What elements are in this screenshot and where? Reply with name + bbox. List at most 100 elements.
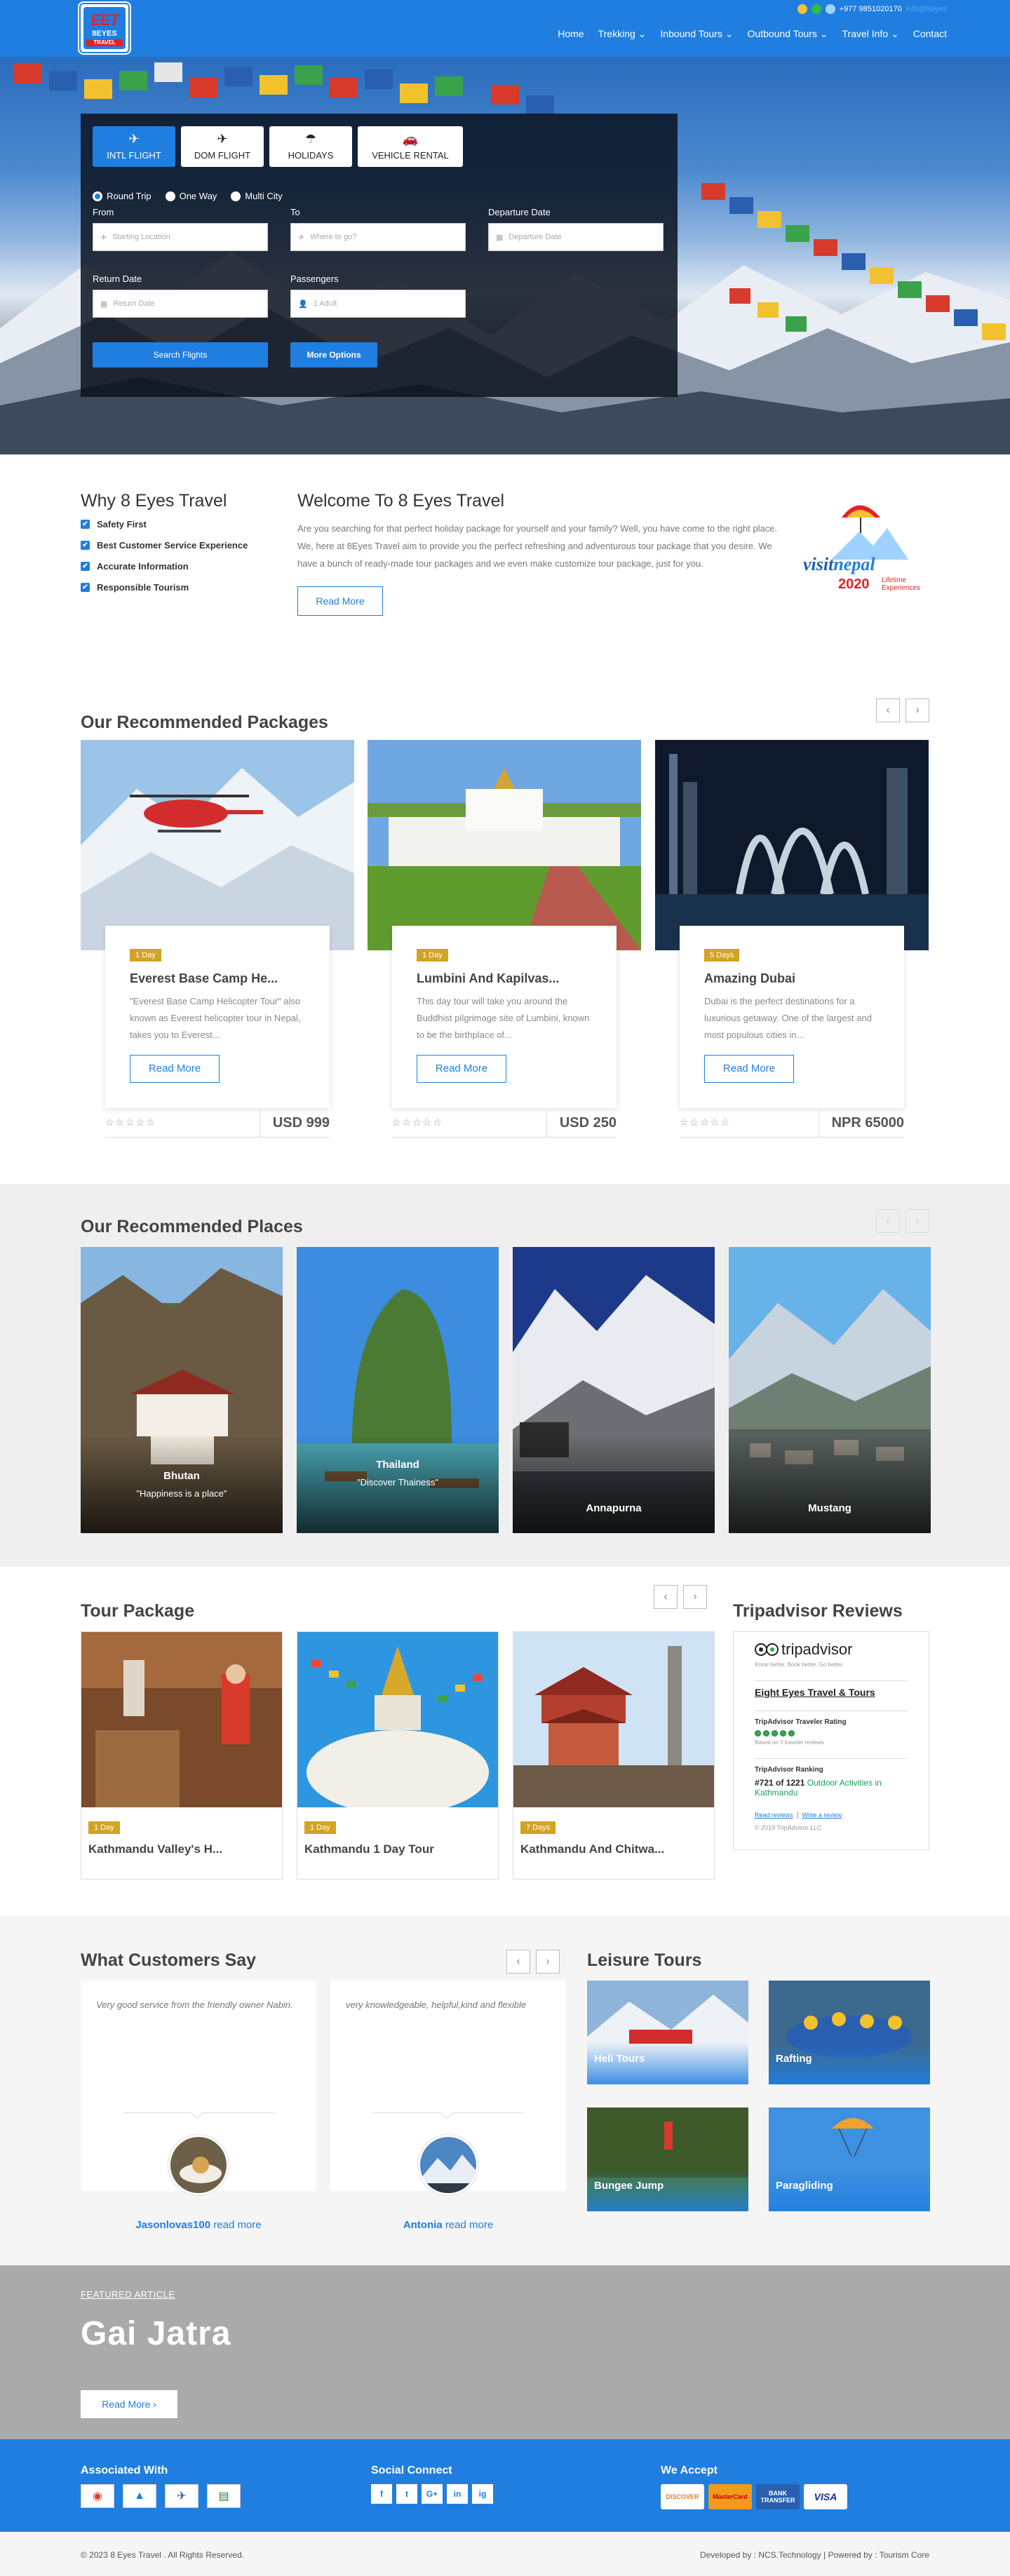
radio-multi-city[interactable]: Multi City	[231, 191, 283, 201]
package-image[interactable]	[655, 740, 929, 950]
star-rating-icon: ☆☆☆☆☆	[680, 1117, 731, 1128]
nata-logo-icon[interactable]: ✈	[165, 2484, 198, 2508]
to-input[interactable]: ✈ Where to go?	[290, 223, 466, 251]
place-card[interactable]: Thailand "Discover Thainess"	[297, 1247, 499, 1533]
featured-label[interactable]: FEATURED ARTICLE	[81, 2289, 175, 2300]
nav-trekking[interactable]: Trekking ⌄	[598, 28, 647, 40]
site-logo[interactable]: EET 8EYES TRAVEL	[79, 3, 130, 53]
prev-arrow-button[interactable]: ‹	[876, 1209, 900, 1233]
prev-arrow-button[interactable]: ‹	[654, 1585, 678, 1609]
leisure-tile[interactable]: Bungee Jump	[587, 2108, 748, 2211]
tour-title[interactable]: Kathmandu And Chitwa...	[520, 1842, 664, 1856]
tab-dom-flight[interactable]: ✈ DOM FLIGHT	[181, 126, 264, 167]
associated-with-column: Associated With ◉ ▲ ✈ ▤	[81, 2464, 241, 2508]
phone-number[interactable]: +977 9851020170	[840, 5, 902, 13]
package-card[interactable]: 1 Day Lumbini And Kapilvas... This day t…	[368, 740, 641, 1147]
author-name[interactable]: Jasonlovas100	[135, 2219, 210, 2231]
why-item: ✔ Safety First	[81, 519, 248, 530]
next-arrow-button[interactable]: ›	[905, 1209, 929, 1233]
govt-logo-icon[interactable]: ▤	[207, 2484, 241, 2508]
instagram-icon[interactable]: ig	[472, 2484, 493, 2504]
taan-logo-icon[interactable]: ▲	[123, 2484, 156, 2508]
tripadvisor-business-link[interactable]: Eight Eyes Travel & Tours	[755, 1680, 908, 1698]
tab-intl-flight[interactable]: ✈ INTL FLIGHT	[93, 126, 175, 167]
tour-title[interactable]: Kathmandu 1 Day Tour	[304, 1842, 434, 1856]
featured-read-more-button[interactable]: Read More ›	[81, 2390, 177, 2418]
next-arrow-button[interactable]: ›	[536, 1950, 560, 1974]
tour-card[interactable]: 7 Days Kathmandu And Chitwa...	[513, 1631, 715, 1880]
tour-image[interactable]	[513, 1632, 714, 1807]
place-card[interactable]: Mustang	[729, 1247, 931, 1533]
author-name[interactable]: Antonia	[403, 2219, 443, 2231]
leisure-tile[interactable]: Heli Tours	[587, 1981, 748, 2084]
package-title[interactable]: Amazing Dubai	[704, 971, 880, 986]
package-read-more-button[interactable]: Read More	[130, 1055, 220, 1083]
tour-card[interactable]: 1 Day Kathmandu 1 Day Tour	[297, 1631, 499, 1880]
ranking-label: TripAdvisor Ranking	[755, 1758, 908, 1774]
package-card[interactable]: 1 Day Everest Base Camp He... "Everest B…	[81, 740, 354, 1147]
place-card[interactable]: Bhutan "Happiness is a place"	[81, 1247, 283, 1533]
why-item: ✔ Responsible Tourism	[81, 582, 248, 593]
why-section: Why 8 Eyes Travel ✔ Safety First ✔ Best Cu…	[0, 454, 1010, 672]
tab-vehicle-rental[interactable]: 🚗 VEHICLE RENTAL	[358, 126, 463, 167]
leisure-tile[interactable]: Rafting	[769, 1981, 930, 2084]
write-review-link[interactable]: Write a review	[797, 1812, 842, 1819]
return-field-group: Return Date ▦ Return Date	[93, 274, 268, 318]
nav-inbound-tours[interactable]: Inbound Tours ⌄	[660, 28, 733, 40]
welcome-read-more-button[interactable]: Read More	[297, 586, 383, 616]
viber-icon[interactable]	[797, 4, 807, 14]
radio-one-way[interactable]: One Way	[165, 191, 217, 201]
tab-holidays[interactable]: ☂ HOLIDAYS	[269, 126, 352, 167]
nav-contact[interactable]: Contact	[913, 28, 947, 40]
radio-round-trip[interactable]: Round Trip	[93, 191, 152, 201]
social-title: Social Connect	[371, 2464, 452, 2476]
search-flights-button[interactable]: Search Flights	[93, 342, 268, 367]
prev-arrow-button[interactable]: ‹	[506, 1950, 530, 1974]
tour-image[interactable]	[297, 1632, 498, 1807]
passengers-input[interactable]: 👤 1 Adult	[290, 290, 466, 318]
package-card-body: 5 Days Amazing Dubai Dubai is the perfec…	[680, 926, 904, 1108]
next-arrow-button[interactable]: ›	[905, 699, 929, 722]
facebook-icon[interactable]: f	[371, 2484, 392, 2504]
whatsapp-icon[interactable]	[811, 4, 821, 14]
package-footer: ☆☆☆☆☆ NPR 65000	[680, 1107, 904, 1138]
we-accept-column: We Accept DISCOVER MasterCard BANK TRANS…	[661, 2464, 847, 2509]
ntb-logo-icon[interactable]: ◉	[81, 2484, 114, 2508]
nav-travel-info[interactable]: Travel Info ⌄	[842, 28, 899, 40]
package-image[interactable]	[81, 740, 354, 950]
email-link[interactable]: info@8eyes	[906, 5, 947, 13]
testimonial-carousel-arrows: ‹ ›	[506, 1950, 560, 1974]
from-input[interactable]: ✈ Starting Location	[93, 223, 268, 251]
read-more-link[interactable]: read more	[445, 2219, 493, 2231]
package-image[interactable]	[368, 740, 641, 950]
return-input[interactable]: ▦ Return Date	[93, 290, 268, 318]
more-options-button[interactable]: More Options	[290, 342, 377, 367]
package-title[interactable]: Everest Base Camp He...	[130, 971, 305, 986]
leisure-tile[interactable]: Paragliding	[769, 2108, 930, 2211]
prev-arrow-button[interactable]: ‹	[876, 699, 900, 722]
avatar	[168, 2135, 229, 2195]
tour-title[interactable]: Kathmandu Valley's H...	[88, 1842, 222, 1856]
read-reviews-link[interactable]: Read reviews	[755, 1812, 793, 1819]
package-read-more-button[interactable]: Read More	[704, 1055, 794, 1083]
package-title[interactable]: Lumbini And Kapilvas...	[417, 971, 592, 986]
linkedin-icon[interactable]: in	[447, 2484, 468, 2504]
package-card[interactable]: 5 Days Amazing Dubai Dubai is the perfec…	[655, 740, 929, 1147]
testimonial-text: very knowledgeable, helpful,kind and fle…	[346, 2000, 527, 2010]
departure-input[interactable]: ▦ Departure Date	[488, 223, 664, 251]
read-more-link[interactable]: read more	[213, 2219, 261, 2231]
place-card[interactable]: Annapurna	[513, 1247, 715, 1533]
developer-credit[interactable]: Developed by : NCS.Technology | Powered …	[700, 2550, 929, 2560]
tour-card[interactable]: 1 Day Kathmandu Valley's H...	[81, 1631, 283, 1880]
twitter-icon[interactable]: t	[396, 2484, 417, 2504]
next-arrow-button[interactable]: ›	[683, 1585, 707, 1609]
nav-outbound-tours[interactable]: Outbound Tours ⌄	[748, 28, 828, 40]
phone-icon	[825, 4, 835, 14]
google-plus-icon[interactable]: G+	[422, 2484, 443, 2504]
radio-unchecked-icon	[165, 191, 175, 201]
checkbox-icon: ✔	[81, 520, 90, 529]
nav-home[interactable]: Home	[558, 28, 584, 40]
package-read-more-button[interactable]: Read More	[417, 1055, 506, 1083]
tripadvisor-logo[interactable]: tripadvisor	[755, 1640, 908, 1659]
tour-image[interactable]	[81, 1632, 282, 1807]
